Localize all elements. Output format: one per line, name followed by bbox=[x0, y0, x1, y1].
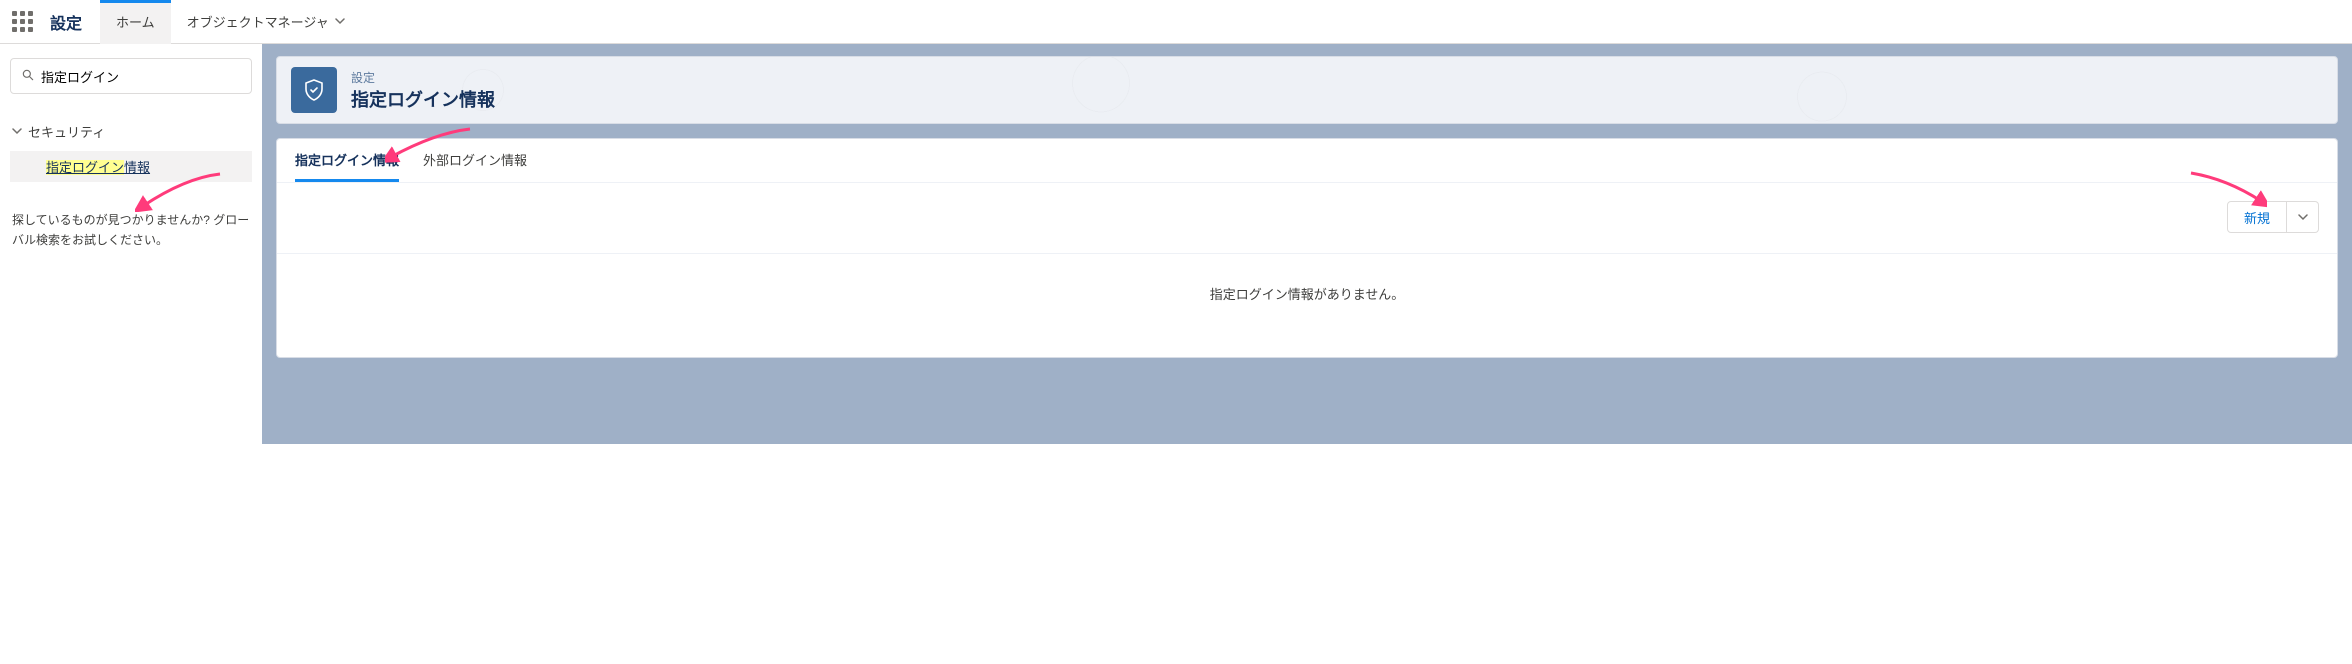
tree-child-label-rest: 情報 bbox=[124, 160, 150, 175]
sidebar: セキュリティ 指定ログイン情報 探しているものが見つかりませんか? グローバル検… bbox=[0, 44, 262, 444]
sidebar-search[interactable] bbox=[10, 58, 252, 94]
tree-child-label-highlight: 指定ログイン bbox=[46, 160, 124, 175]
app-launcher-icon[interactable] bbox=[0, 11, 44, 32]
nav-tab-object-manager[interactable]: オブジェクトマネージャ bbox=[171, 0, 361, 44]
panel-tab-label: 指定ログイン情報 bbox=[295, 153, 399, 168]
top-nav: 設定 ホーム オブジェクトマネージャ bbox=[0, 0, 2352, 44]
tab-external-credentials[interactable]: 外部ログイン情報 bbox=[423, 150, 527, 182]
nav-tab-home[interactable]: ホーム bbox=[100, 0, 171, 44]
breadcrumb: 設定 bbox=[351, 69, 495, 86]
tree-child-named-credentials[interactable]: 指定ログイン情報 bbox=[10, 151, 252, 182]
new-button[interactable]: 新規 bbox=[2227, 201, 2287, 233]
sidebar-tree: セキュリティ 指定ログイン情報 bbox=[10, 118, 252, 182]
page-title: 指定ログイン情報 bbox=[351, 86, 495, 112]
tree-parent-security[interactable]: セキュリティ bbox=[10, 118, 252, 145]
tab-named-credentials[interactable]: 指定ログイン情報 bbox=[295, 150, 399, 182]
chevron-down-icon bbox=[12, 124, 22, 139]
main-content: 設定 指定ログイン情報 指定ログイン情報 外部ログイン情報 新規 指定ログイ bbox=[262, 44, 2352, 444]
app-name: 設定 bbox=[44, 10, 100, 34]
caret-down-icon bbox=[2298, 212, 2308, 222]
empty-state-text: 指定ログイン情報がありません。 bbox=[277, 254, 2337, 313]
sidebar-search-input[interactable] bbox=[41, 69, 241, 84]
panel-actions: 新規 bbox=[277, 183, 2337, 233]
tree-parent-label: セキュリティ bbox=[28, 122, 105, 141]
search-icon bbox=[21, 68, 35, 85]
nav-tab-label: ホーム bbox=[116, 12, 155, 31]
panel-tab-label: 外部ログイン情報 bbox=[423, 153, 527, 168]
chevron-down-icon bbox=[335, 14, 345, 29]
panel-tabs: 指定ログイン情報 外部ログイン情報 bbox=[277, 139, 2337, 183]
sidebar-help-text: 探しているものが見つかりませんか? グローバル検索をお試しください。 bbox=[10, 210, 252, 251]
content-panel: 指定ログイン情報 外部ログイン情報 新規 指定ログイン情報がありません。 bbox=[276, 138, 2338, 358]
page-header: 設定 指定ログイン情報 bbox=[276, 56, 2338, 124]
new-button-dropdown[interactable] bbox=[2287, 201, 2319, 233]
nav-tab-label: オブジェクトマネージャ bbox=[187, 12, 329, 31]
shield-icon bbox=[291, 67, 337, 113]
